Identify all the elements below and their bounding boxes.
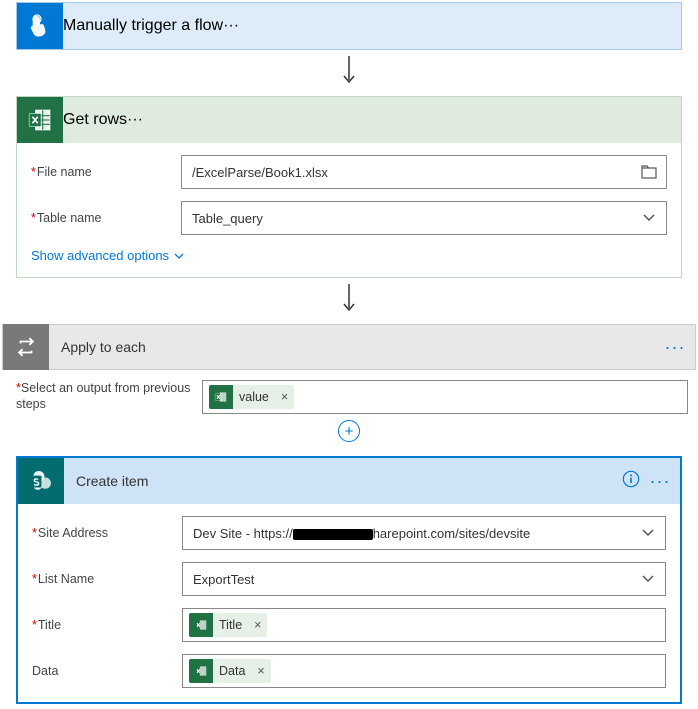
data-token-remove[interactable]: × <box>251 659 270 683</box>
loop-icon <box>3 324 49 370</box>
excel-token-icon <box>189 613 213 637</box>
get-rows-card: Get rows ··· *File name *Table name Tabl… <box>16 96 682 278</box>
data-token-label: Data <box>213 659 251 683</box>
select-output-label: *Select an output from previous steps <box>16 380 202 413</box>
table-name-select[interactable]: Table_query <box>181 201 667 235</box>
apply-more-button[interactable]: ··· <box>655 337 695 358</box>
add-action-row: + <box>2 414 696 456</box>
create-item-more-button[interactable]: ··· <box>640 471 680 492</box>
create-item-body: *Site Address Dev Site - https://harepoi… <box>18 504 680 702</box>
create-item-title: Create item <box>64 473 622 489</box>
trigger-more-button[interactable]: ··· <box>223 17 239 35</box>
file-name-input[interactable] <box>181 155 667 189</box>
show-advanced-options[interactable]: Show advanced options <box>31 248 185 263</box>
site-address-value: Dev Site - https://harepoint.com/sites/d… <box>183 526 631 541</box>
list-name-select[interactable]: ExportTest <box>182 562 666 596</box>
file-name-label: *File name <box>31 165 181 179</box>
add-action-button[interactable]: + <box>338 420 360 442</box>
site-address-select[interactable]: Dev Site - https://harepoint.com/sites/d… <box>182 516 666 550</box>
title-token-label: Title <box>213 613 248 637</box>
connector-arrow <box>2 50 696 96</box>
get-rows-title: Get rows <box>63 111 127 129</box>
value-token-label: value <box>233 385 275 409</box>
chevron-down-icon[interactable] <box>631 574 665 584</box>
get-rows-body: *File name *Table name Table_query Sh <box>17 143 681 277</box>
title-field[interactable]: Title × <box>182 608 666 642</box>
table-name-value: Table_query <box>182 211 632 226</box>
excel-token-icon <box>209 385 233 409</box>
excel-token-icon <box>189 659 213 683</box>
value-token[interactable]: value × <box>209 385 294 409</box>
trigger-header[interactable]: Manually trigger a flow ··· <box>17 3 681 49</box>
trigger-title: Manually trigger a flow <box>63 17 223 35</box>
touch-icon <box>17 3 63 49</box>
value-token-remove[interactable]: × <box>275 385 294 409</box>
create-item-header[interactable]: Create item ··· <box>18 458 680 504</box>
file-name-field[interactable] <box>182 165 632 180</box>
get-rows-more-button[interactable]: ··· <box>127 111 143 129</box>
site-address-label: *Site Address <box>32 526 182 540</box>
create-item-card: Create item ··· *Site Address Dev Site -… <box>16 456 682 704</box>
apply-to-each-body: *Select an output from previous steps va… <box>2 370 696 414</box>
trigger-card: Manually trigger a flow ··· <box>16 2 682 50</box>
excel-icon <box>17 97 63 143</box>
data-token[interactable]: Data × <box>189 659 271 683</box>
list-name-value: ExportTest <box>183 572 631 587</box>
apply-to-each-header[interactable]: Apply to each ··· <box>2 324 696 370</box>
select-output-field[interactable]: value × <box>202 380 688 414</box>
redacted-segment <box>293 529 373 540</box>
title-token[interactable]: Title × <box>189 613 267 637</box>
folder-picker-button[interactable] <box>632 165 666 179</box>
sharepoint-icon <box>18 458 64 504</box>
get-rows-header[interactable]: Get rows ··· <box>17 97 681 143</box>
connector-arrow <box>2 278 696 324</box>
chevron-down-icon[interactable] <box>632 213 666 223</box>
data-field[interactable]: Data × <box>182 654 666 688</box>
chevron-down-icon[interactable] <box>631 528 665 538</box>
title-label: *Title <box>32 618 182 632</box>
list-name-label: *List Name <box>32 572 182 586</box>
apply-to-each-title: Apply to each <box>49 339 655 355</box>
info-button[interactable] <box>622 470 640 493</box>
title-token-remove[interactable]: × <box>248 613 267 637</box>
data-label: Data <box>32 664 182 678</box>
table-name-label: *Table name <box>31 211 181 225</box>
